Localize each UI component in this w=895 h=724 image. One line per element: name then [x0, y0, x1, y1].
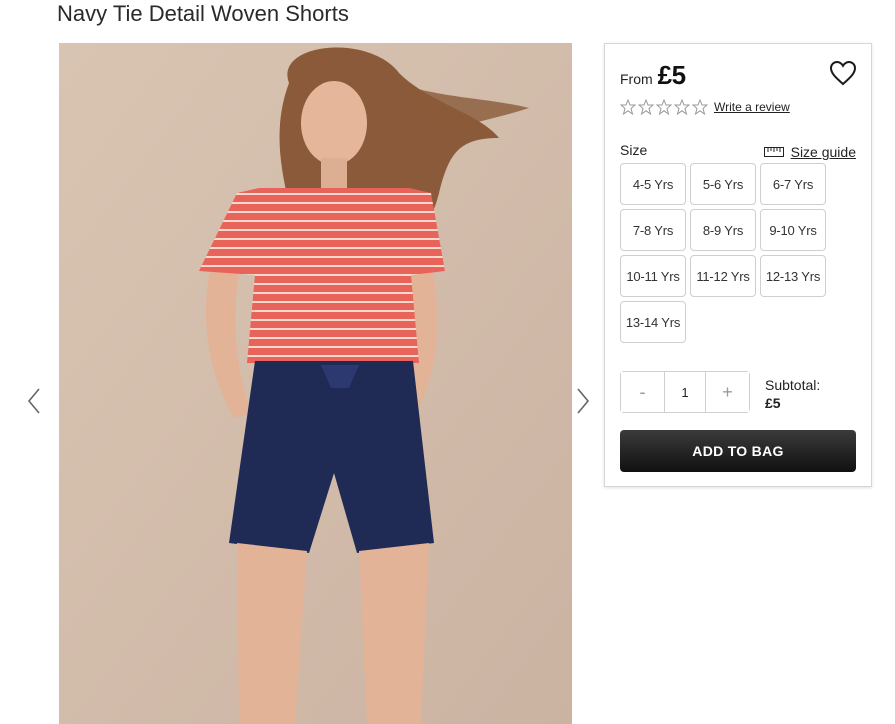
star-empty-icon — [620, 99, 636, 115]
product-title: Navy Tie Detail Woven Shorts — [57, 1, 349, 26]
size-option[interactable]: 12-13 Yrs — [760, 255, 826, 297]
size-option[interactable]: 5-6 Yrs — [690, 163, 756, 205]
add-to-bag-button[interactable]: ADD TO BAG — [620, 430, 856, 472]
size-option[interactable]: 9-10 Yrs — [760, 209, 826, 251]
size-option[interactable]: 13-14 Yrs — [620, 301, 686, 343]
quantity-increase-button[interactable]: + — [706, 372, 749, 412]
wishlist-button[interactable] — [829, 60, 857, 86]
product-photo — [59, 43, 572, 724]
star-empty-icon — [656, 99, 672, 115]
ruler-icon — [763, 147, 784, 157]
star-empty-icon — [638, 99, 654, 115]
gallery-next-button[interactable] — [571, 386, 595, 416]
quantity-stepper: - 1 + — [620, 371, 750, 413]
price-from-label: From — [620, 71, 653, 87]
product-image[interactable] — [59, 43, 572, 724]
subtotal-label: Subtotal: — [765, 377, 821, 393]
star-empty-icon — [692, 99, 708, 115]
chevron-left-icon — [27, 388, 40, 414]
size-guide-link[interactable]: Size guide — [763, 144, 856, 160]
write-review-link[interactable]: Write a review — [714, 100, 790, 114]
quantity-decrease-button[interactable]: - — [621, 372, 664, 412]
size-option[interactable]: 7-8 Yrs — [620, 209, 686, 251]
gallery-prev-button[interactable] — [22, 386, 46, 416]
quantity-input[interactable]: 1 — [664, 372, 706, 412]
size-label: Size — [620, 142, 648, 158]
chevron-right-icon — [577, 388, 590, 414]
rating: Write a review — [620, 99, 790, 115]
size-option[interactable]: 10-11 Yrs — [620, 255, 686, 297]
size-option[interactable]: 4-5 Yrs — [620, 163, 686, 205]
size-option[interactable]: 8-9 Yrs — [690, 209, 756, 251]
price: From £5 — [620, 60, 686, 91]
size-guide-label: Size guide — [790, 144, 856, 160]
price-value: £5 — [657, 60, 686, 90]
star-empty-icon — [674, 99, 690, 115]
subtotal: Subtotal: £5 — [765, 376, 820, 412]
size-option[interactable]: 6-7 Yrs — [760, 163, 826, 205]
star-rating[interactable] — [620, 99, 708, 115]
heart-icon — [829, 60, 857, 86]
size-option[interactable]: 11-12 Yrs — [690, 255, 756, 297]
subtotal-value: £5 — [765, 395, 781, 411]
purchase-panel: From £5 Write a review Size Size guide 4 — [604, 43, 872, 487]
size-options: 4-5 Yrs 5-6 Yrs 6-7 Yrs 7-8 Yrs 8-9 Yrs … — [620, 163, 826, 343]
